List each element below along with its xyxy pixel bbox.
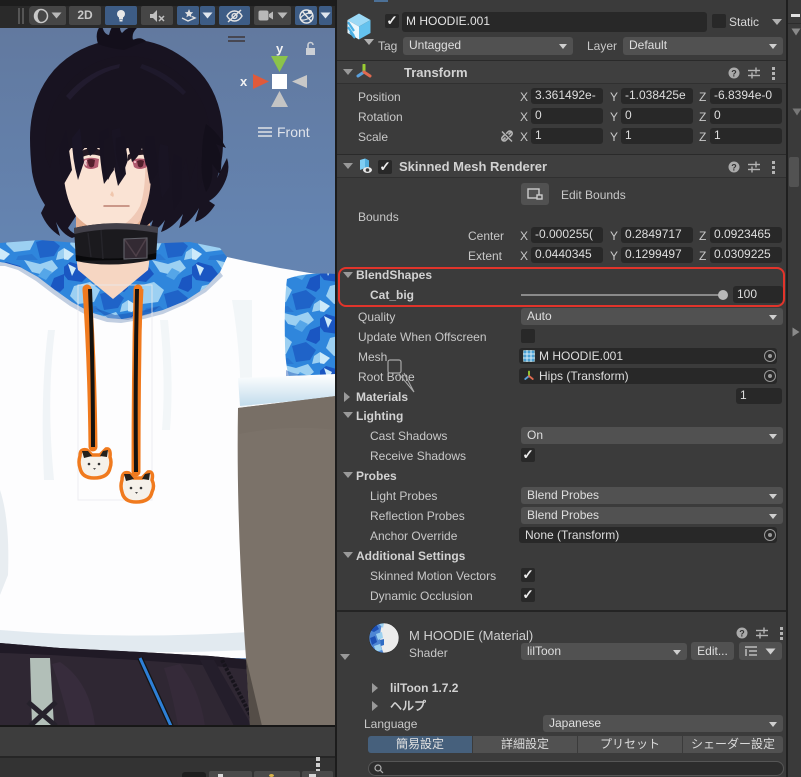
svg-text:?: ? [739, 629, 745, 639]
svg-text:?: ? [731, 69, 737, 79]
svg-text:Front: Front [277, 124, 310, 140]
svg-text:y: y [276, 41, 284, 56]
svg-text:x: x [240, 74, 248, 89]
svg-text:?: ? [731, 163, 737, 173]
